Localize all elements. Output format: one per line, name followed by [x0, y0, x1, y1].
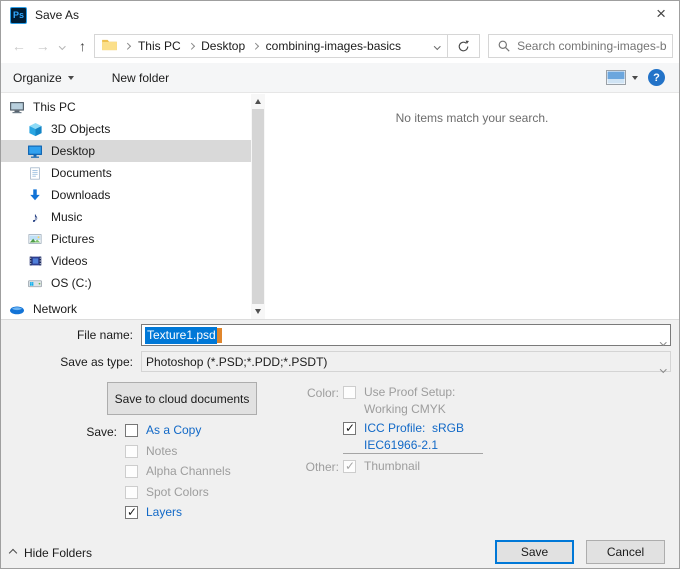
- window-title: Save As: [35, 8, 79, 22]
- recent-locations-chevron[interactable]: [55, 44, 71, 49]
- folder-browser: This PC 3D Objects Desktop Documents: [1, 94, 679, 319]
- help-icon[interactable]: ?: [648, 69, 665, 86]
- breadcrumb-separator-icon: [189, 44, 194, 49]
- chevron-up-icon: [9, 549, 17, 557]
- file-name-dropdown-chevron[interactable]: [661, 333, 666, 347]
- sidebar-item-os-c[interactable]: OS (C:): [1, 272, 251, 294]
- scroll-up-icon[interactable]: [255, 99, 261, 104]
- text-caret: [217, 328, 222, 343]
- save-as-type-select[interactable]: Photoshop (*.PSD;*.PDD;*.PSDT): [141, 351, 671, 372]
- save-options-group: Save: As a Copy Notes Alpha Channels Spo…: [1, 422, 231, 525]
- save-as-type-label: Save as type:: [1, 351, 141, 373]
- breadcrumb-separator-icon: [125, 44, 130, 49]
- alpha-channels-checkbox: [125, 465, 138, 478]
- folder-icon: [102, 39, 117, 54]
- sidebar-item-videos[interactable]: Videos: [1, 250, 251, 272]
- file-name-input[interactable]: Texture1.psd: [141, 324, 671, 346]
- download-arrow-icon: [27, 187, 43, 203]
- breadcrumb-current-folder[interactable]: combining-images-basics: [266, 39, 401, 53]
- save-as-type-value: Photoshop (*.PSD;*.PDD;*.PSDT): [146, 355, 327, 369]
- hide-folders-button[interactable]: Hide Folders: [10, 546, 92, 560]
- options-divider: [343, 453, 483, 454]
- empty-search-message: No items match your search.: [396, 111, 549, 125]
- layers-checkbox[interactable]: [125, 506, 138, 519]
- save-as-type-chevron: [661, 360, 666, 374]
- scroll-down-icon[interactable]: [255, 309, 261, 314]
- save-button[interactable]: Save: [495, 540, 574, 564]
- video-film-icon: [27, 253, 43, 269]
- change-view-button[interactable]: [606, 70, 638, 85]
- 3d-cube-icon: [27, 121, 43, 137]
- save-group-label: Save:: [1, 422, 121, 525]
- option-use-proof-setup: Use Proof Setup: Working CMYK: [343, 384, 455, 418]
- sidebar-item-documents[interactable]: Documents: [1, 162, 251, 184]
- document-icon: [27, 165, 43, 181]
- sidebar-item-desktop[interactable]: Desktop: [1, 140, 251, 162]
- option-layers[interactable]: Layers: [125, 504, 231, 525]
- organize-caret-icon: [68, 76, 74, 80]
- spot-colors-checkbox: [125, 486, 138, 499]
- option-icc-profile[interactable]: ICC Profile: sRGB IEC61966-2.1: [343, 420, 464, 454]
- other-group-label: Other:: [281, 460, 339, 474]
- search-icon: [498, 40, 510, 52]
- save-options-panel: File name: Texture1.psd Save as type: Ph…: [1, 319, 679, 569]
- search-input[interactable]: [517, 39, 667, 53]
- close-icon[interactable]: ×: [656, 4, 666, 24]
- title-bar: Ps Save As ×: [1, 1, 679, 29]
- sidebar-scrollbar[interactable]: [251, 94, 265, 319]
- sidebar-item-network[interactable]: Network: [1, 298, 251, 320]
- file-name-value: Texture1.psd: [145, 327, 217, 344]
- file-name-label: File name:: [1, 324, 141, 346]
- sidebar-item-3d-objects[interactable]: 3D Objects: [1, 118, 251, 140]
- hard-drive-icon: [27, 275, 43, 291]
- file-list-pane: No items match your search.: [265, 94, 679, 319]
- photoshop-app-icon: Ps: [10, 7, 27, 24]
- sidebar-item-pictures[interactable]: Pictures: [1, 228, 251, 250]
- cancel-button[interactable]: Cancel: [586, 540, 665, 564]
- network-icon: [9, 301, 25, 317]
- desktop-icon: [27, 143, 43, 159]
- sidebar-item-downloads[interactable]: Downloads: [1, 184, 251, 206]
- notes-checkbox: [125, 445, 138, 458]
- as-a-copy-checkbox[interactable]: [125, 424, 138, 437]
- organize-button[interactable]: Organize: [13, 71, 74, 85]
- breadcrumb-separator-icon: [253, 44, 258, 49]
- breadcrumb: This PC Desktop combining-images-basics: [94, 34, 448, 58]
- thumbnail-checkbox: [343, 460, 356, 473]
- forward-button[interactable]: →: [31, 38, 55, 54]
- command-toolbar: Organize New folder ?: [1, 63, 679, 93]
- music-note-icon: ♪: [27, 209, 43, 225]
- refresh-button[interactable]: [447, 34, 480, 58]
- sidebar-item-this-pc[interactable]: This PC: [1, 96, 251, 118]
- view-caret-icon: [632, 76, 638, 80]
- option-spot-colors: Spot Colors: [125, 484, 231, 505]
- save-to-cloud-button[interactable]: Save to cloud documents: [107, 382, 257, 415]
- computer-icon: [9, 99, 25, 115]
- option-notes: Notes: [125, 443, 231, 464]
- breadcrumb-this-pc[interactable]: This PC: [138, 39, 181, 53]
- color-group-label: Color:: [281, 386, 339, 400]
- icc-profile-checkbox[interactable]: [343, 422, 356, 435]
- option-alpha-channels: Alpha Channels: [125, 463, 231, 484]
- address-dropdown-chevron[interactable]: [435, 44, 440, 49]
- scrollbar-thumb[interactable]: [252, 109, 264, 304]
- option-thumbnail: Thumbnail: [343, 458, 420, 475]
- address-bar: ← → ↑ This PC Desktop combining-images-b…: [1, 29, 679, 63]
- sidebar-item-music[interactable]: ♪ Music: [1, 206, 251, 228]
- refresh-icon: [457, 40, 470, 53]
- view-thumbnail-icon: [606, 70, 626, 85]
- back-button[interactable]: ←: [7, 38, 31, 54]
- picture-icon: [27, 231, 43, 247]
- breadcrumb-desktop[interactable]: Desktop: [201, 39, 245, 53]
- use-proof-setup-checkbox: [343, 386, 356, 399]
- navigation-pane: This PC 3D Objects Desktop Documents: [1, 94, 251, 319]
- save-as-dialog: Ps Save As × ← → ↑ This PC Desktop combi…: [0, 0, 680, 569]
- new-folder-button[interactable]: New folder: [112, 71, 169, 85]
- search-box: [488, 34, 673, 58]
- option-as-a-copy[interactable]: As a Copy: [125, 422, 231, 443]
- up-button[interactable]: ↑: [71, 38, 95, 54]
